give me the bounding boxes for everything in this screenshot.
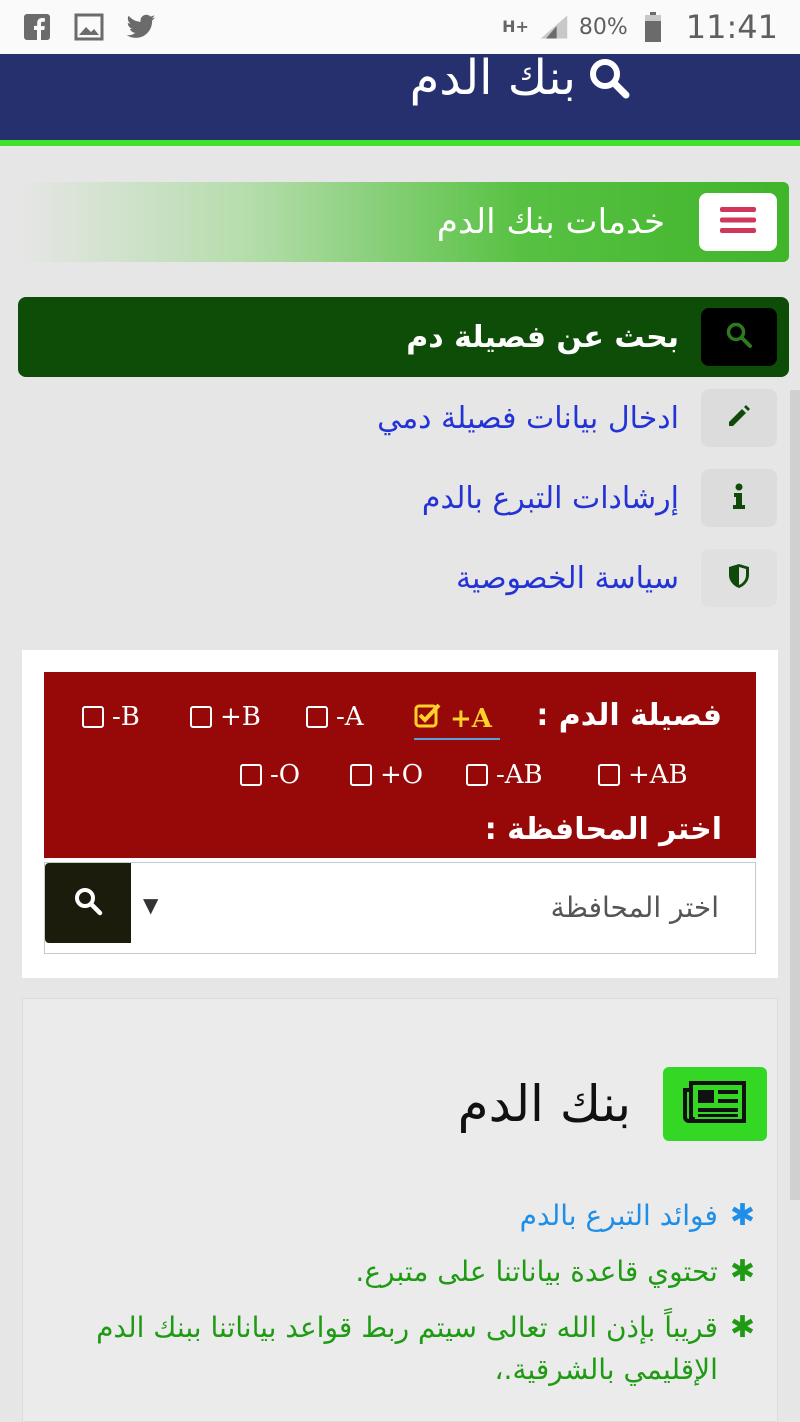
newspaper-icon-box <box>663 1067 767 1141</box>
checkbox-icon <box>350 764 372 786</box>
nav-item-privacy[interactable]: سياسة الخصوصية <box>18 548 789 608</box>
news-item: ✱ تحتوي قاعدة بياناتنا على متبرع. <box>45 1251 755 1293</box>
menu-button[interactable] <box>699 193 777 251</box>
checkbox-icon <box>190 706 212 728</box>
search-icon <box>73 886 103 920</box>
blood-type-label-a-neg: -A <box>336 702 364 732</box>
nav-item-enter-data[interactable]: ادخال بيانات فصيلة دمي <box>18 388 789 448</box>
news-item: ✱ قريباً بإذن الله تعالى سيتم ربط قواعد … <box>45 1307 755 1391</box>
checkbox-icon <box>240 764 262 786</box>
nav-guidelines-icon-box <box>701 469 777 527</box>
blood-type-o-pos[interactable]: +O <box>350 760 423 790</box>
blood-type-o-neg[interactable]: -O <box>240 760 300 790</box>
selected-underline <box>414 738 500 740</box>
news-heading: بنك الدم <box>458 1067 767 1141</box>
blood-type-label: فصيلة الدم : <box>536 698 722 733</box>
governorate-select[interactable]: اختر المحافظة ▼ <box>44 862 756 954</box>
shield-icon <box>728 563 750 593</box>
signal-icon <box>539 12 569 42</box>
nav-search-icon-box <box>701 308 777 366</box>
blood-type-ab-pos[interactable]: +AB <box>598 760 688 790</box>
news-item[interactable]: ✱ فوائد التبرع بالدم <box>45 1195 755 1237</box>
blood-type-label-o-neg: -O <box>270 760 301 790</box>
services-title: خدمات بنك الدم <box>436 202 665 242</box>
newspaper-icon <box>683 1080 747 1128</box>
blood-type-label-o-pos: +O <box>380 760 424 790</box>
nav-label-guidelines: إرشادات التبرع بالدم <box>421 480 679 516</box>
news-title: بنك الدم <box>457 1075 631 1133</box>
governorate-label: اختر المحافظة : <box>484 812 722 847</box>
twitter-icon <box>126 12 156 42</box>
nav-privacy-icon-box <box>701 549 777 607</box>
news-list: ✱ فوائد التبرع بالدم ✱ تحتوي قاعدة بيانا… <box>45 1195 755 1405</box>
nav-label-enter-data: ادخال بيانات فصيلة دمي <box>377 400 679 436</box>
nav-item-guidelines[interactable]: إرشادات التبرع بالدم <box>18 468 789 528</box>
blood-type-b-neg[interactable]: -B <box>82 702 140 732</box>
nav-label-search: بحث عن فصيلة دم <box>406 319 679 355</box>
site-header: بنك الدم <box>0 54 800 146</box>
blood-type-label-a-pos: +A <box>450 703 492 734</box>
news-item-text: قريباً بإذن الله تعالى سيتم ربط قواعد بي… <box>96 1311 718 1386</box>
news-card: بنك الدم ✱ فوائد التبرع بالدم ✱ تحتوي قا… <box>22 998 778 1422</box>
pencil-icon <box>726 403 752 433</box>
battery-percent: 80% <box>578 14 628 40</box>
nav-enter-icon-box <box>701 389 777 447</box>
blood-type-b-pos[interactable]: +B <box>190 702 261 732</box>
governorate-select-value: اختر المحافظة <box>550 891 719 924</box>
search-icon <box>586 55 632 101</box>
checkbox-icon <box>466 764 488 786</box>
info-icon <box>732 483 746 513</box>
blood-type-label-b-neg: -B <box>112 702 140 732</box>
gallery-icon <box>74 12 104 42</box>
blood-type-panel: فصيلة الدم : +A -A +B -B +AB -AB +O -O ا… <box>44 672 756 858</box>
search-icon <box>725 321 753 353</box>
facebook-icon <box>22 12 52 42</box>
asterisk-icon: ✱ <box>729 1310 755 1345</box>
site-title[interactable]: بنك الدم <box>410 54 632 102</box>
network-type: H+ <box>502 17 529 36</box>
battery-icon <box>638 12 668 42</box>
status-bar: H+ 80% 11:41 <box>0 0 800 54</box>
asterisk-icon: ✱ <box>729 1198 755 1233</box>
asterisk-icon: ✱ <box>729 1254 755 1289</box>
site-title-text: بنك الدم <box>409 50 576 106</box>
search-button[interactable] <box>45 863 131 943</box>
checkbox-icon <box>82 706 104 728</box>
checkbox-icon <box>598 764 620 786</box>
blood-type-a-neg[interactable]: -A <box>306 702 364 732</box>
news-item-text: فوائد التبرع بالدم <box>519 1199 718 1232</box>
checkbox-checked-icon <box>414 702 442 735</box>
blood-type-label-ab-neg: -AB <box>496 760 543 790</box>
services-bar[interactable]: خدمات بنك الدم <box>18 182 789 262</box>
blood-type-a-pos[interactable]: +A <box>414 702 492 735</box>
blood-type-ab-neg[interactable]: -AB <box>466 760 543 790</box>
checkbox-icon <box>306 706 328 728</box>
blood-type-label-b-pos: +B <box>220 702 261 732</box>
clock: 11:41 <box>685 8 778 46</box>
scrollbar[interactable] <box>790 390 800 1200</box>
caret-down-icon: ▼ <box>143 893 159 917</box>
search-filter-card: فصيلة الدم : +A -A +B -B +AB -AB +O -O ا… <box>22 650 778 978</box>
hamburger-icon <box>720 206 756 238</box>
nav-label-privacy: سياسة الخصوصية <box>455 560 679 596</box>
blood-type-label-ab-pos: +AB <box>628 760 688 790</box>
nav-item-search[interactable]: بحث عن فصيلة دم <box>18 297 789 377</box>
news-item-text: تحتوي قاعدة بياناتنا على متبرع. <box>355 1255 718 1288</box>
